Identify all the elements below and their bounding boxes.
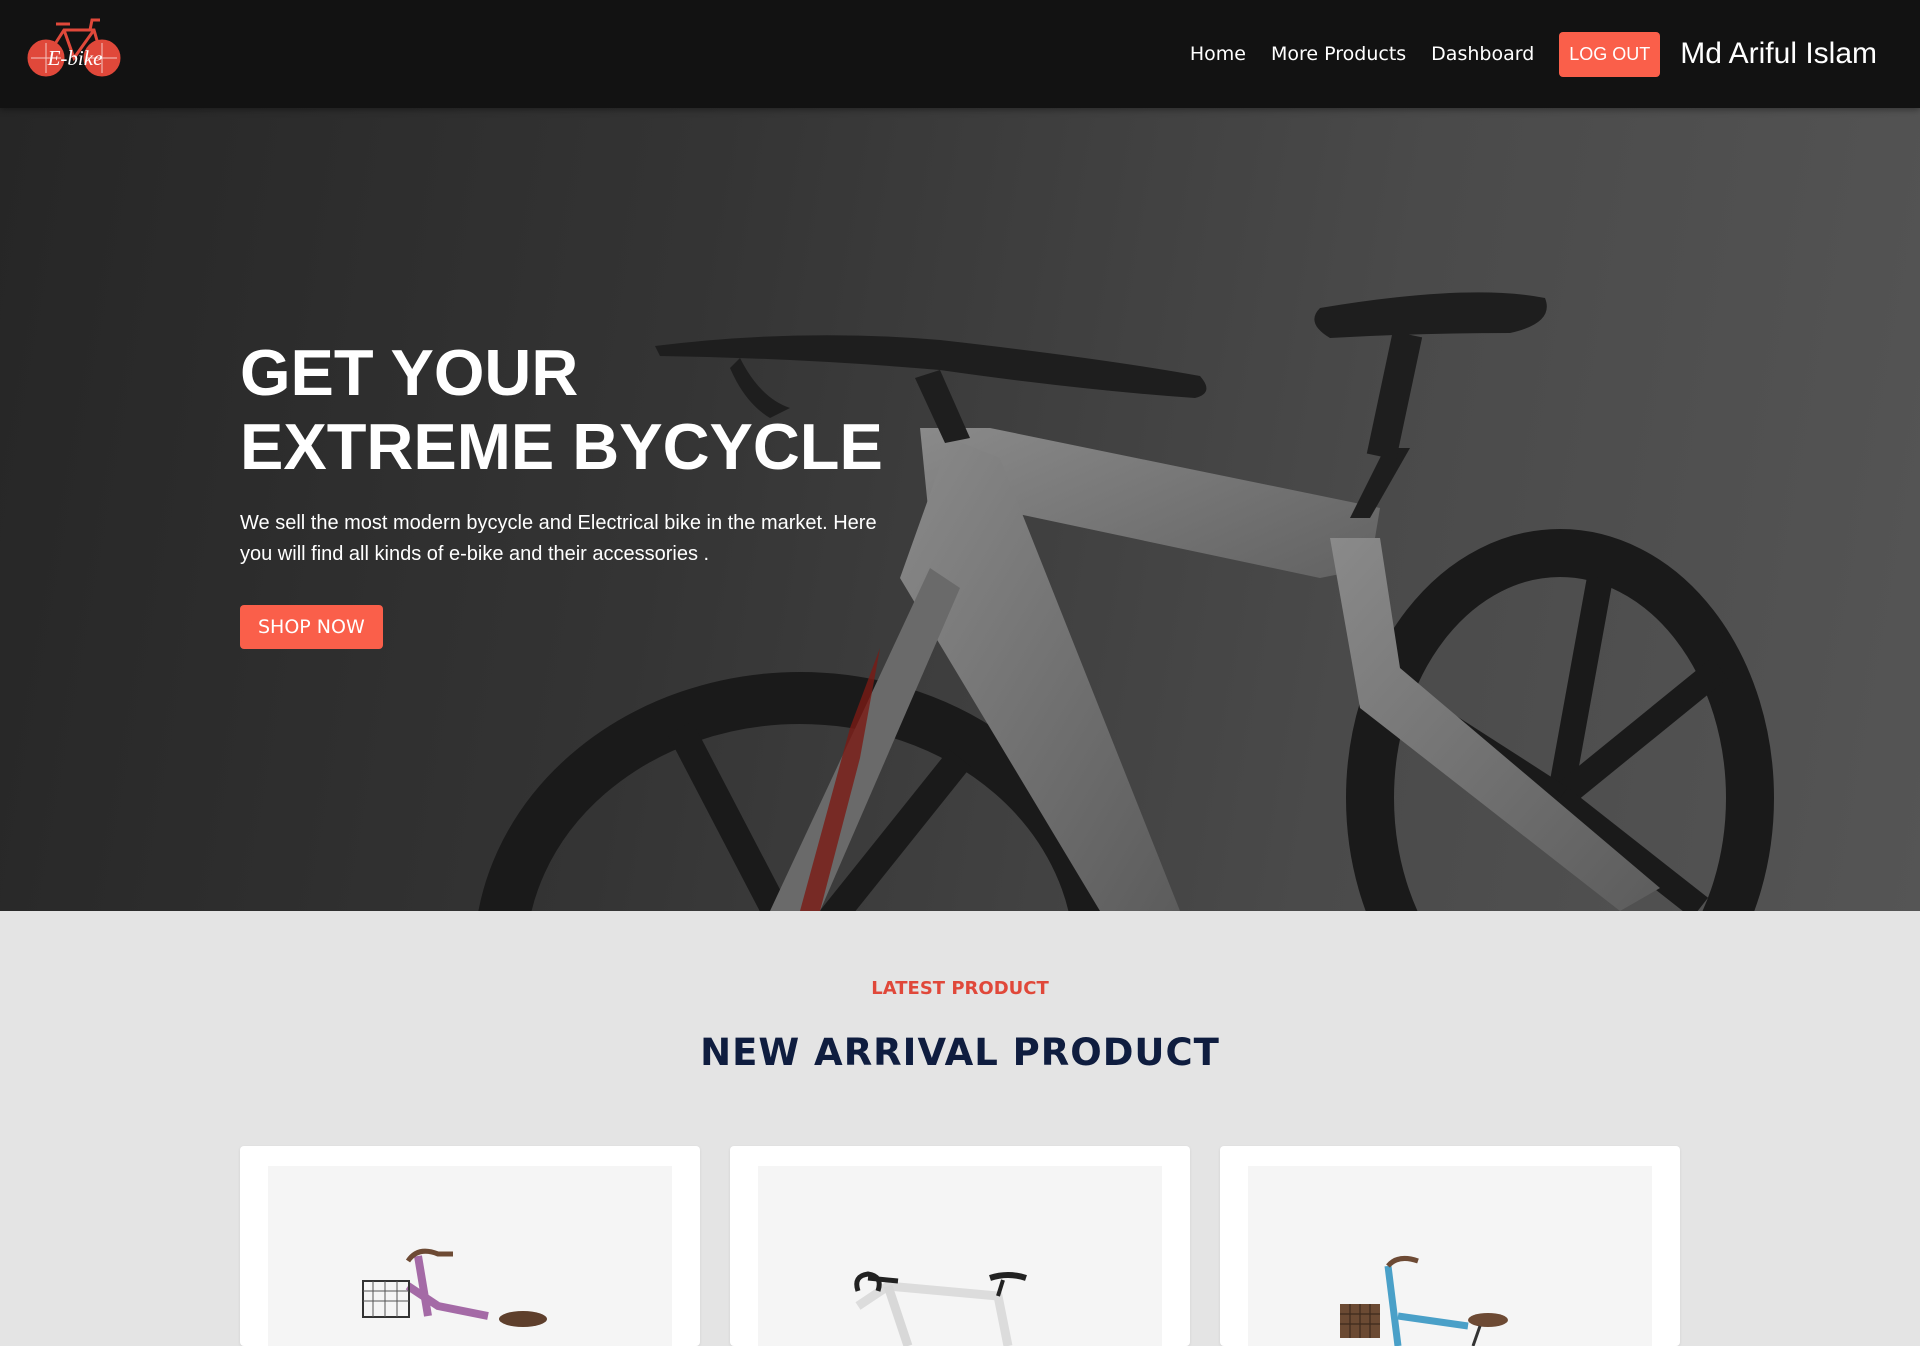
hero-description: We sell the most modern bycycle and Elec… — [240, 512, 877, 565]
nav-dashboard-link[interactable]: Dashboard — [1431, 43, 1534, 65]
navbar: E-bike Home More Products Dashboard LOG … — [0, 0, 1920, 108]
latest-products-section: LATEST PRODUCT NEW ARRIVAL PRODUCT — [0, 911, 1920, 1346]
section-kicker: LATEST PRODUCT — [871, 978, 1049, 999]
hero-title-line-1: GET YOUR — [240, 336, 579, 409]
blue-bike-icon — [1340, 1255, 1508, 1346]
user-name: Md Ariful Islam — [1680, 37, 1877, 70]
product-image — [1248, 1166, 1652, 1346]
purple-bike-icon — [362, 1248, 547, 1327]
white-road-bike-icon — [854, 1271, 1027, 1346]
hero-banner: GET YOUR EXTREME BYCYCLE We sell the mos… — [0, 108, 1920, 911]
nav-links: Home More Products Dashboard LOG OUT Md … — [1190, 0, 1920, 108]
hero-title: GET YOUR EXTREME BYCYCLE — [240, 336, 940, 484]
shop-now-button[interactable]: SHOP NOW — [240, 605, 383, 649]
product-card[interactable] — [1220, 1146, 1680, 1346]
ebike-logo[interactable]: E-bike — [26, 16, 124, 78]
product-card[interactable] — [730, 1146, 1190, 1346]
product-card[interactable] — [240, 1146, 700, 1346]
product-image — [268, 1166, 672, 1346]
svg-text:E-bike: E-bike — [47, 46, 103, 70]
section-title: NEW ARRIVAL PRODUCT — [700, 1031, 1220, 1074]
product-image — [758, 1166, 1162, 1346]
logout-button[interactable]: LOG OUT — [1559, 31, 1661, 77]
nav-more-products-link[interactable]: More Products — [1271, 43, 1406, 65]
hero-text: GET YOUR EXTREME BYCYCLE We sell the mos… — [240, 336, 940, 649]
hero-title-line-2: EXTREME BYCYCLE — [240, 410, 883, 483]
nav-home-link[interactable]: Home — [1190, 43, 1246, 65]
